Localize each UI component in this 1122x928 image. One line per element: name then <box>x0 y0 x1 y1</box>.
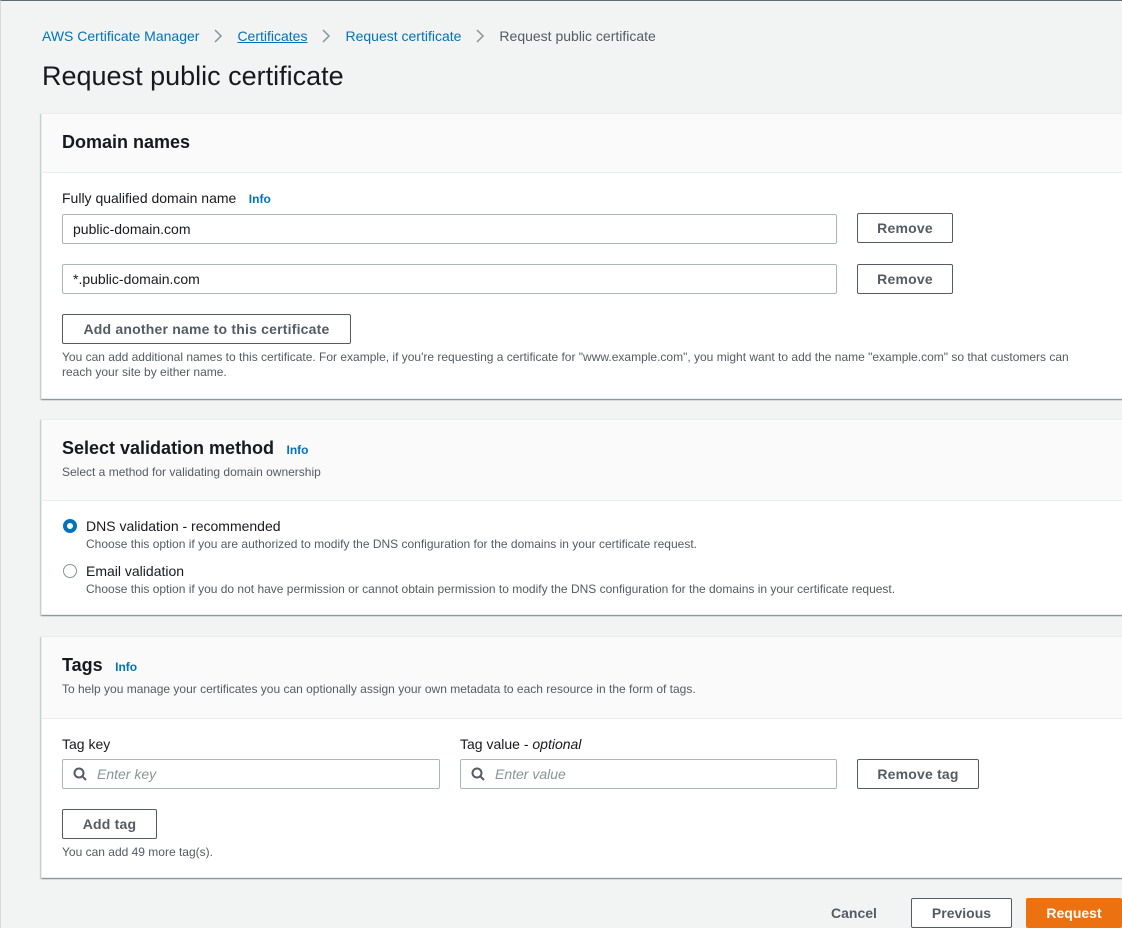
tags-header: Tags Info To help you manage your certif… <box>42 637 1122 719</box>
breadcrumb-acm[interactable]: AWS Certificate Manager <box>42 28 199 44</box>
tag-value-input[interactable]: Enter value <box>460 759 837 789</box>
breadcrumb-certificates[interactable]: Certificates <box>237 28 307 44</box>
cancel-button[interactable]: Cancel <box>819 898 889 928</box>
add-name-hint-line-1: You can add additional names to this cer… <box>62 350 1069 364</box>
search-icon <box>471 767 485 781</box>
domain-name-value-2: *.public-domain.com <box>73 271 200 287</box>
tags-remaining-hint: You can add 49 more tag(s). <box>62 845 213 859</box>
chevron-right-icon <box>322 29 331 43</box>
dns-validation-label[interactable]: DNS validation - recommended <box>86 518 281 534</box>
validation-title: Select validation method <box>62 438 275 458</box>
breadcrumb-request-certificate[interactable]: Request certificate <box>345 28 461 44</box>
add-another-name-button[interactable]: Add another name to this certificate <box>62 314 351 344</box>
remove-domain-button-2[interactable]: Remove <box>857 264 953 294</box>
validation-description: Select a method for validating domain ow… <box>62 465 321 479</box>
remove-domain-button-1[interactable]: Remove <box>857 213 953 243</box>
domain-name-value-1: public-domain.com <box>73 221 191 237</box>
chevron-right-icon <box>476 29 485 43</box>
add-tag-button[interactable]: Add tag <box>62 809 157 839</box>
previous-button[interactable]: Previous <box>911 898 1012 928</box>
tag-key-input[interactable]: Enter key <box>62 759 440 789</box>
fqdn-info-link[interactable]: Info <box>249 192 271 206</box>
remove-tag-button[interactable]: Remove tag <box>857 759 979 789</box>
validation-method-panel: Select validation method Info Select a m… <box>41 419 1122 615</box>
tag-value-placeholder: Enter value <box>495 766 566 782</box>
dns-validation-description: Choose this option if you are authorized… <box>86 537 697 551</box>
tags-title: Tags <box>62 655 103 675</box>
tags-panel: Tags Info To help you manage your certif… <box>41 636 1122 878</box>
tag-key-label: Tag key <box>62 736 111 752</box>
domain-name-input-1[interactable]: public-domain.com <box>62 214 837 244</box>
domain-names-header: Domain names <box>42 114 1122 173</box>
domain-name-input-2[interactable]: *.public-domain.com <box>62 264 837 294</box>
tag-value-label: Tag value - optional <box>460 736 581 752</box>
email-validation-description: Choose this option if you do not have pe… <box>86 582 896 596</box>
request-button[interactable]: Request <box>1026 898 1122 928</box>
dns-validation-radio[interactable] <box>63 519 77 533</box>
add-name-hint: You can add additional names to this cer… <box>62 350 1112 380</box>
breadcrumb: AWS Certificate Manager Certificates Req… <box>42 28 656 44</box>
add-name-hint-line-2: reach your site by either name. <box>62 365 227 379</box>
email-validation-label[interactable]: Email validation <box>86 563 184 579</box>
page-title: Request public certificate <box>42 61 344 91</box>
domain-names-panel: Domain names Fully qualified domain name… <box>41 113 1122 399</box>
tags-info-link[interactable]: Info <box>115 660 137 674</box>
chevron-right-icon <box>214 29 223 43</box>
domain-names-title: Domain names <box>62 132 191 152</box>
tag-value-label-text: Tag value - <box>460 736 533 752</box>
breadcrumb-current: Request public certificate <box>499 28 656 44</box>
tag-key-placeholder: Enter key <box>97 766 157 782</box>
search-icon <box>73 767 87 781</box>
fqdn-label: Fully qualified domain name <box>62 190 237 206</box>
tags-description: To help you manage your certificates you… <box>62 682 696 696</box>
tag-value-optional: optional <box>532 736 582 752</box>
validation-header: Select validation method Info Select a m… <box>42 420 1122 501</box>
email-validation-radio[interactable] <box>63 564 77 578</box>
validation-info-link[interactable]: Info <box>287 443 309 457</box>
